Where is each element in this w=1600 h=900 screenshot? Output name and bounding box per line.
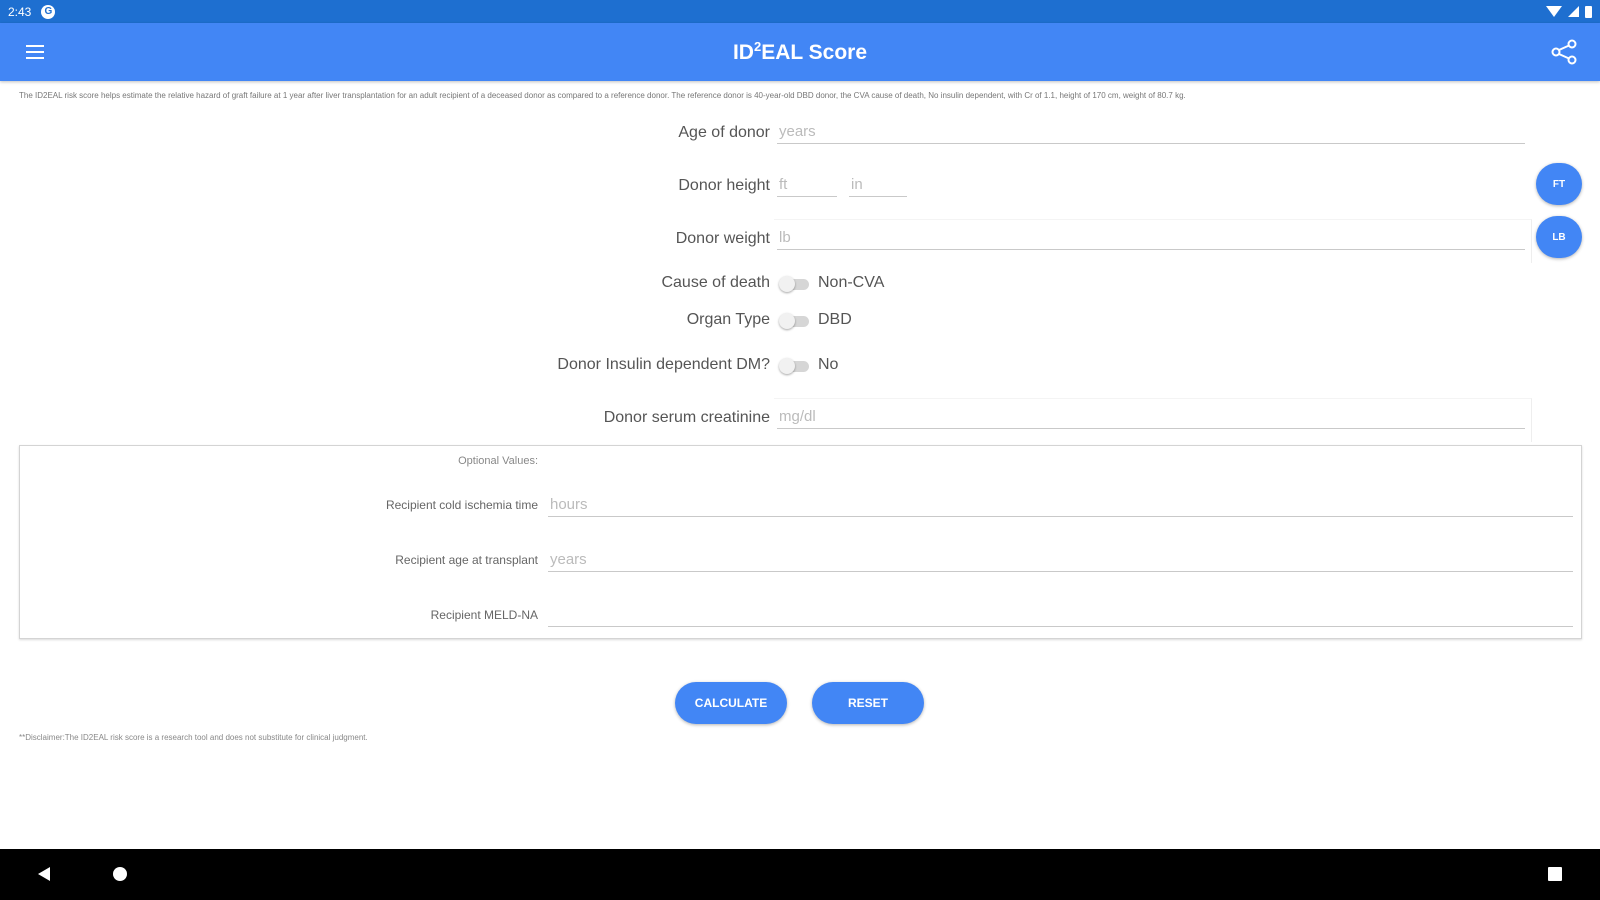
signal-icon <box>1568 6 1579 17</box>
reset-button[interactable]: RESET <box>812 682 924 724</box>
insulin-toggle[interactable] <box>779 358 809 374</box>
weight-input[interactable] <box>777 227 1525 250</box>
creatinine-row: Donor serum creatinine <box>0 398 1600 442</box>
weight-row: Donor weight LB <box>0 216 1600 263</box>
cold-ischemia-input[interactable] <box>548 494 1573 517</box>
share-icon[interactable] <box>1550 39 1578 65</box>
cause-toggle[interactable] <box>779 276 809 292</box>
height-unit-button[interactable]: FT <box>1536 163 1582 205</box>
app-bar: ID2EAL Score <box>0 23 1600 81</box>
organ-row: Organ Type DBD <box>0 300 1600 340</box>
back-icon[interactable] <box>38 867 50 881</box>
optional-values-panel: Optional Values: Recipient cold ischemia… <box>19 445 1582 639</box>
insulin-value: No <box>818 356 839 373</box>
height-ft-input[interactable] <box>777 174 837 197</box>
creatinine-label: Donor serum creatinine <box>603 409 770 426</box>
optional-title: Optional Values: <box>458 455 538 467</box>
menu-icon[interactable] <box>26 45 44 59</box>
weight-unit-button[interactable]: LB <box>1536 216 1582 258</box>
cold-ischemia-row: Recipient cold ischemia time <box>20 486 1581 526</box>
organ-toggle[interactable] <box>779 313 809 329</box>
wifi-icon <box>1546 6 1562 17</box>
organ-value: DBD <box>818 311 852 328</box>
cause-row: Cause of death Non-CVA <box>0 263 1600 303</box>
calculate-button[interactable]: CALCULATE <box>675 682 787 724</box>
cause-value: Non-CVA <box>818 274 885 291</box>
notification-icon: G <box>41 4 56 19</box>
insulin-label: Donor Insulin dependent DM? <box>557 356 770 373</box>
cold-ischemia-label: Recipient cold ischemia time <box>385 498 538 512</box>
app-title: ID2EAL Score <box>732 39 868 64</box>
recipient-age-row: Recipient age at transplant <box>20 541 1581 581</box>
creatinine-input[interactable] <box>777 406 1525 429</box>
recipient-age-label: Recipient age at transplant <box>395 553 538 567</box>
status-indicators <box>1546 5 1592 18</box>
status-time: 2:43 <box>8 4 32 19</box>
age-input[interactable] <box>777 121 1525 144</box>
height-row: Donor height FT <box>0 163 1600 206</box>
height-in-input[interactable] <box>849 174 907 197</box>
status-bar: 2:43 G <box>0 0 1600 23</box>
home-icon[interactable] <box>113 867 127 881</box>
intro-text: The ID2EAL risk score helps estimate the… <box>19 91 1186 100</box>
battery-icon <box>1585 5 1592 18</box>
meld-label: Recipient MELD-NA <box>430 608 538 622</box>
weight-label: Donor weight <box>675 230 770 247</box>
height-label: Donor height <box>678 177 770 194</box>
recents-icon[interactable] <box>1548 867 1562 881</box>
meld-input[interactable] <box>548 604 1573 627</box>
recipient-age-input[interactable] <box>548 549 1573 572</box>
disclaimer-text: **Disclaimer:The ID2EAL risk score is a … <box>19 733 368 742</box>
age-row: Age of donor <box>0 113 1600 153</box>
insulin-row: Donor Insulin dependent DM? No <box>0 345 1600 385</box>
age-label: Age of donor <box>678 124 770 141</box>
meld-row: Recipient MELD-NA <box>20 596 1581 636</box>
organ-label: Organ Type <box>686 311 770 328</box>
cause-label: Cause of death <box>661 274 770 291</box>
navigation-bar <box>0 849 1600 900</box>
